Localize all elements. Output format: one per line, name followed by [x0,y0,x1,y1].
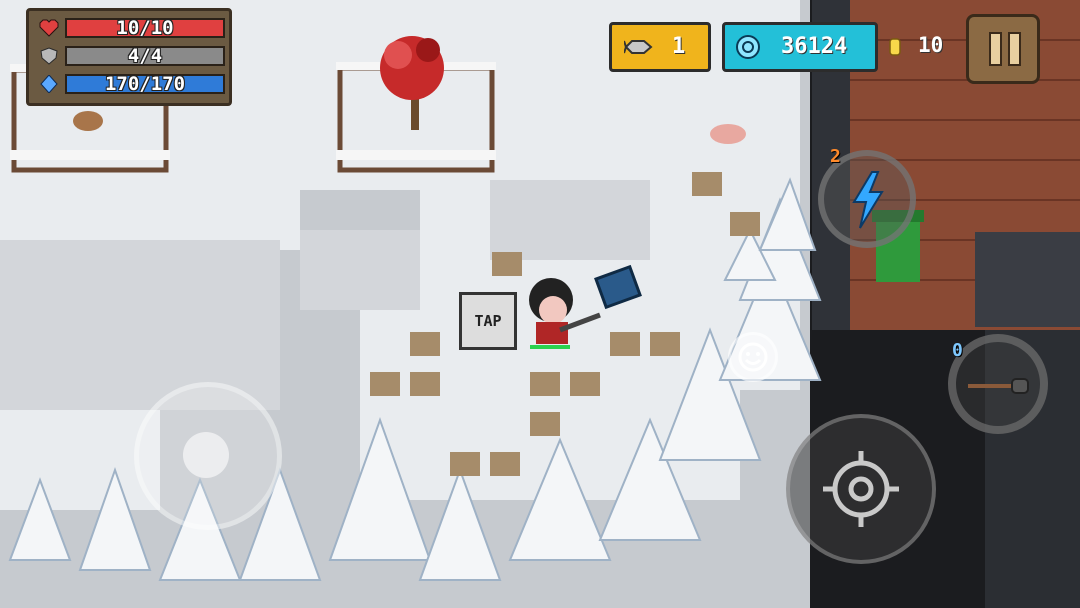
fish-counter: 1 [609,22,711,72]
gem-counter: 36124 [722,22,878,72]
attack-button[interactable] [786,414,936,564]
weapon-switch-button[interactable] [948,334,1048,434]
joystick-thumb[interactable] [183,432,229,478]
pause-icon-left [989,32,1002,66]
tap-interact-button[interactable]: TAP [459,292,517,350]
shovel-weapon-icon [968,378,1029,394]
lightning-icon [852,171,884,229]
gem-icon [736,35,760,59]
movement-joystick[interactable] [134,382,282,530]
player-stats-panel: 10/10 4/4 170/170 [26,8,232,106]
fish-icon [624,40,653,54]
fish-count: 1 [672,34,686,59]
emote-button[interactable] [728,332,778,382]
gold-coin-icon [889,38,901,56]
weapon-energy-badge: 0 [952,340,963,361]
crosshair-icon [823,451,899,527]
energy-row: 170/170 [37,73,227,95]
gold-count: 10 [918,33,944,57]
smiley-icon [738,342,768,372]
armor-text: 4/4 [127,45,163,67]
gem-count: 36124 [781,34,848,59]
armor-row: 4/4 [37,45,227,67]
skill-level-badge: 2 [830,146,841,167]
shield-icon [40,47,58,65]
pause-icon-right [1008,32,1021,66]
health-row: 10/10 [37,17,227,39]
energy-text: 170/170 [104,73,186,95]
energy-crystal-icon [40,75,58,93]
heart-icon [39,19,59,37]
health-text: 10/10 [116,17,174,39]
pause-button[interactable] [966,14,1040,84]
